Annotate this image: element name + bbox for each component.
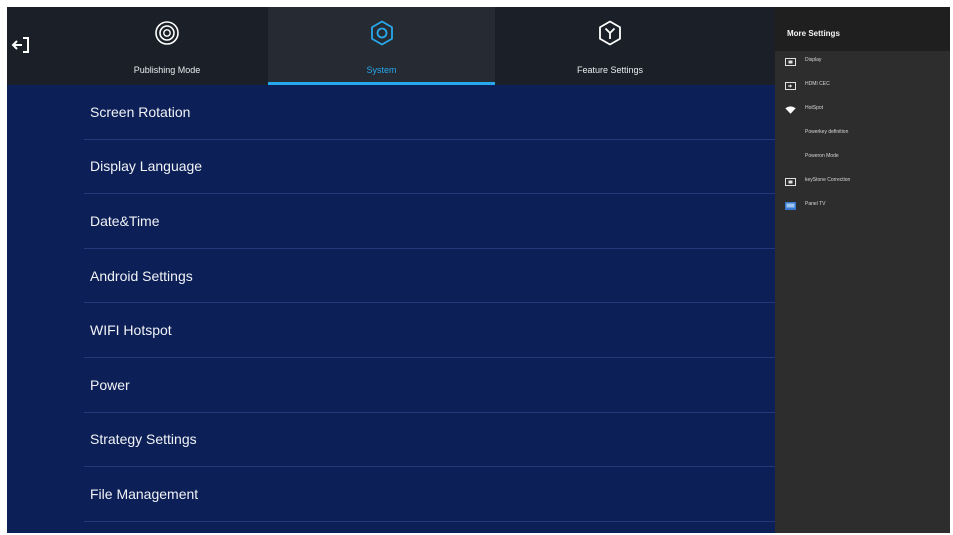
top-tab-bar: Publishing Mode System Feature Settings [7, 7, 775, 85]
tab-label: System [366, 65, 397, 75]
more-settings-panel: More Settings Display HDMI CEC HotSpot P… [775, 7, 950, 533]
more-item-label: Panel TV [805, 201, 826, 207]
menu-item-strategy-settings[interactable]: Strategy Settings [84, 413, 775, 468]
more-item-label: keyStone Correction [805, 177, 851, 183]
settings-screen: Publishing Mode System Feature Settings … [7, 7, 950, 533]
menu-item-date-time[interactable]: Date&Time [84, 194, 775, 249]
menu-item-file-management[interactable]: File Management [84, 467, 775, 522]
tab-label: Feature Settings [576, 65, 644, 75]
tab-feature-settings[interactable]: Feature Settings [495, 7, 725, 85]
tab-publishing-mode[interactable]: Publishing Mode [67, 7, 267, 85]
display-icon [785, 58, 796, 66]
menu-item-label: Date&Time [90, 212, 160, 229]
menu-item-label: WIFI Hotspot [90, 322, 172, 339]
system-settings-list: Screen Rotation Display Language Date&Ti… [84, 85, 775, 522]
hdmi-icon [785, 82, 796, 90]
tab-system[interactable]: System [268, 7, 495, 85]
more-item-hotspot[interactable]: HotSpot [785, 103, 945, 117]
wifi-icon [785, 106, 796, 114]
menu-item-power[interactable]: Power [84, 358, 775, 413]
more-settings-title: More Settings [787, 29, 840, 38]
menu-item-android-settings[interactable]: Android Settings [84, 249, 775, 304]
more-item-hdmi-cec[interactable]: HDMI CEC [785, 79, 945, 93]
more-item-label: Powerkey definition [805, 129, 849, 135]
menu-item-label: File Management [90, 485, 199, 502]
menu-item-label: Display Language [90, 158, 203, 175]
keystone-icon [785, 178, 796, 186]
menu-item-label: Android Settings [90, 267, 193, 284]
menu-item-display-language[interactable]: Display Language [84, 140, 775, 195]
more-item-label: HDMI CEC [805, 81, 830, 87]
more-item-label: Poweron Mode [805, 153, 839, 159]
menu-item-screen-rotation[interactable]: Screen Rotation [84, 85, 775, 140]
more-item-poweron-mode[interactable]: Poweron Mode [785, 151, 945, 165]
menu-item-label: Power [90, 376, 130, 393]
more-item-label: HotSpot [805, 105, 824, 111]
more-item-label: Display [805, 57, 822, 63]
panel-tv-icon [785, 202, 796, 210]
menu-item-label: Screen Rotation [90, 103, 191, 120]
more-item-panel-tv[interactable]: Panel TV [785, 199, 945, 213]
menu-item-wifi-hotspot[interactable]: WIFI Hotspot [84, 303, 775, 358]
exit-arrow-icon[interactable] [10, 33, 34, 57]
more-item-keystone-correction[interactable]: keyStone Correction [785, 175, 945, 189]
menu-item-label: Strategy Settings [90, 431, 197, 448]
publishing-ring-icon [155, 21, 179, 45]
more-settings-header: More Settings [775, 7, 950, 51]
tab-label: Publishing Mode [133, 65, 201, 75]
more-item-powerkey-definition[interactable]: Powerkey definition [785, 127, 945, 141]
gear-icon [370, 20, 393, 46]
hexagon-y-icon [599, 20, 621, 46]
more-item-display[interactable]: Display [785, 55, 945, 69]
